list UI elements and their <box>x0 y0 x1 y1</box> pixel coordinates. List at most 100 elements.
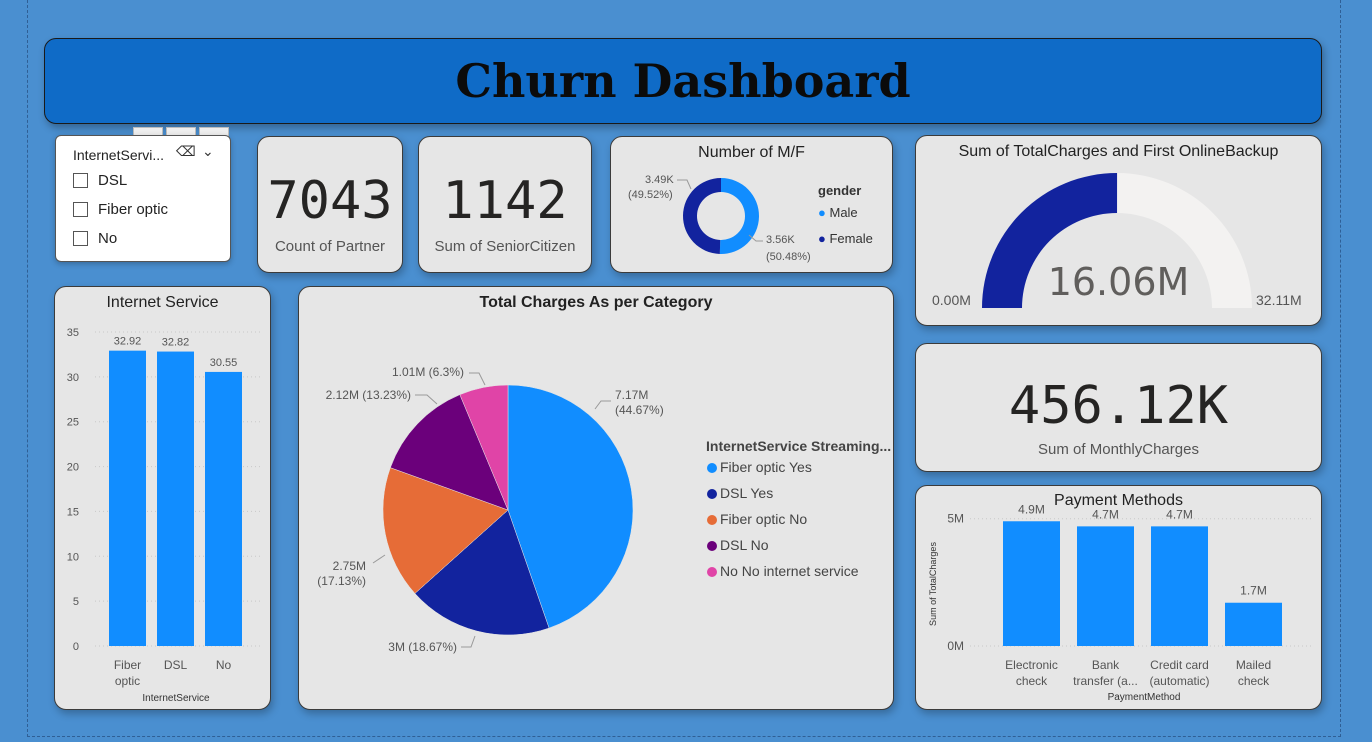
bar <box>205 371 242 646</box>
bar <box>109 350 146 646</box>
leader-line <box>677 179 692 190</box>
x-tick-label: Credit card <box>1150 658 1209 672</box>
eraser-icon[interactable]: ⌫ <box>176 144 196 160</box>
leader-line <box>415 394 438 405</box>
internet-service-card[interactable]: Internet Service 0 5 10 15 20 25 30 35 32.92 32.8… <box>54 286 271 710</box>
x-tick-label: optic <box>115 674 140 688</box>
chevron-down-icon[interactable]: ⌄ <box>202 144 214 160</box>
y-tick-label: 30 <box>67 372 79 384</box>
leader-line <box>461 635 476 648</box>
legend-item: Fiber optic No <box>720 511 807 527</box>
data-label: 1.01M (6.3%) <box>392 365 464 379</box>
data-label: 2.12M (13.23%) <box>326 388 411 402</box>
gender-card[interactable]: Number of M/F 3.49K (49.52%) 3.56K (50.48%)… <box>610 136 893 273</box>
y-tick-label: 15 <box>67 506 79 518</box>
internet-bar-chart: 0 5 10 15 20 25 30 35 32.92 32.82 30.55 Fiber optic D… <box>67 327 263 704</box>
data-label: 4.7M <box>1092 507 1119 521</box>
leader-line <box>372 554 386 564</box>
data-label: 1.7M <box>1240 584 1267 598</box>
x-tick-label: Fiber <box>114 658 141 672</box>
slicer-option-dsl[interactable]: DSL <box>73 172 127 189</box>
checkbox[interactable] <box>73 202 88 217</box>
legend-title: InternetService Streaming... <box>706 438 891 454</box>
bar <box>1003 521 1060 646</box>
y-tick-label: 25 <box>67 417 79 429</box>
data-label: (17.13%) <box>317 574 366 588</box>
x-tick-label: check <box>1016 674 1048 688</box>
monthly-charges-value: 456.12K <box>1008 376 1229 436</box>
data-label: (49.52%) <box>628 189 673 201</box>
donut-slice-male <box>719 178 759 254</box>
y-tick-label: 5M <box>947 512 964 526</box>
data-label: 3M (18.67%) <box>388 640 457 654</box>
bar <box>1225 602 1282 646</box>
dashboard-header: Churn Dashboard <box>44 38 1322 124</box>
legend-dot-icon <box>707 489 717 499</box>
category-card[interactable]: Total Charges As per Category 7.17M (44.6… <box>298 286 894 710</box>
legend-dot-icon: ● <box>818 231 826 246</box>
legend-dot-icon <box>707 515 717 525</box>
y-tick-label: 20 <box>67 462 79 474</box>
bar <box>1077 526 1134 646</box>
partner-card[interactable]: 7043 Count of Partner <box>257 136 403 273</box>
data-label: 32.92 <box>114 336 142 348</box>
legend-item-female: ● Female <box>818 231 873 246</box>
x-axis-title: PaymentMethod <box>1108 692 1181 703</box>
bar <box>157 351 194 646</box>
data-label: 2.75M <box>333 559 366 573</box>
data-label: 32.82 <box>162 337 190 349</box>
monthly-charges-label: Sum of MonthlyCharges <box>1038 441 1199 458</box>
partner-count-label: Count of Partner <box>274 238 386 255</box>
internet-service-slicer[interactable]: InternetServi... ⌫ ⌄ DSL Fiber optic No <box>55 135 231 262</box>
legend-dot-icon: ● <box>818 205 826 220</box>
legend-item: DSL No <box>720 537 769 553</box>
slicer-option-no[interactable]: No <box>73 230 117 247</box>
y-axis-title: Sum of TotalCharges <box>928 542 938 626</box>
y-tick-label: 0M <box>947 639 964 653</box>
monthly-charges-card[interactable]: 456.12K Sum of MonthlyCharges <box>915 343 1322 472</box>
data-label: 3.49K <box>645 174 674 186</box>
legend-dot-icon <box>707 567 717 577</box>
senior-sum-value: 1142 <box>442 171 568 231</box>
y-tick-label: 10 <box>67 551 79 563</box>
legend-item: Fiber optic Yes <box>720 459 812 475</box>
data-label: (50.48%) <box>766 251 811 263</box>
slicer-option-fiber-optic[interactable]: Fiber optic <box>73 201 168 218</box>
y-tick-label: 35 <box>67 327 79 339</box>
y-tick-label: 5 <box>73 596 79 608</box>
gauge-max-label: 32.11M <box>1256 292 1302 308</box>
legend-dot-icon <box>707 463 717 473</box>
x-tick-label: Mailed <box>1236 658 1271 672</box>
gauge-card[interactable]: Sum of TotalCharges and First OnlineBack… <box>915 135 1322 326</box>
leader-line <box>594 400 611 410</box>
legend-dot-icon <box>707 541 717 551</box>
x-tick-label: No <box>216 658 232 672</box>
x-axis-title: InternetService <box>142 693 210 704</box>
bar <box>1151 526 1208 646</box>
legend-item: No No internet service <box>720 563 859 579</box>
checkbox[interactable] <box>73 231 88 246</box>
leader-line <box>469 372 486 386</box>
payment-methods-card[interactable]: Payment Methods 0M 5M Sum of TotalCharges 4… <box>915 485 1322 710</box>
legend-item-male: ● Male <box>818 205 858 220</box>
payment-bar-chart: 0M 5M Sum of TotalCharges 4.9M Electronic che… <box>928 502 1314 703</box>
x-tick-label: DSL <box>164 658 188 672</box>
checkbox[interactable] <box>73 173 88 188</box>
category-pie-chart: 7.17M(44.67%) 3M (18.67%) 2.75M(17.13%) 2.1… <box>317 365 891 654</box>
data-label: 4.7M <box>1166 507 1193 521</box>
slicer-title: InternetServi... <box>73 147 165 163</box>
page-title: Churn Dashboard <box>455 54 911 108</box>
data-label: (44.67%) <box>615 403 664 417</box>
x-tick-label: Bank <box>1092 658 1120 672</box>
data-label: 7.17M <box>615 388 648 402</box>
gender-legend-title: gender <box>818 183 862 198</box>
senior-sum-label: Sum of SeniorCitizen <box>434 238 576 255</box>
senior-card[interactable]: 1142 Sum of SeniorCitizen <box>418 136 592 273</box>
legend-item: DSL Yes <box>720 485 773 501</box>
x-tick-label: check <box>1238 674 1270 688</box>
gauge-min-label: 0.00M <box>932 292 971 308</box>
y-tick-label: 0 <box>73 641 79 653</box>
x-tick-label: transfer (a... <box>1073 674 1138 688</box>
data-label: 3.56K <box>766 234 795 246</box>
data-label: 30.55 <box>210 357 238 369</box>
